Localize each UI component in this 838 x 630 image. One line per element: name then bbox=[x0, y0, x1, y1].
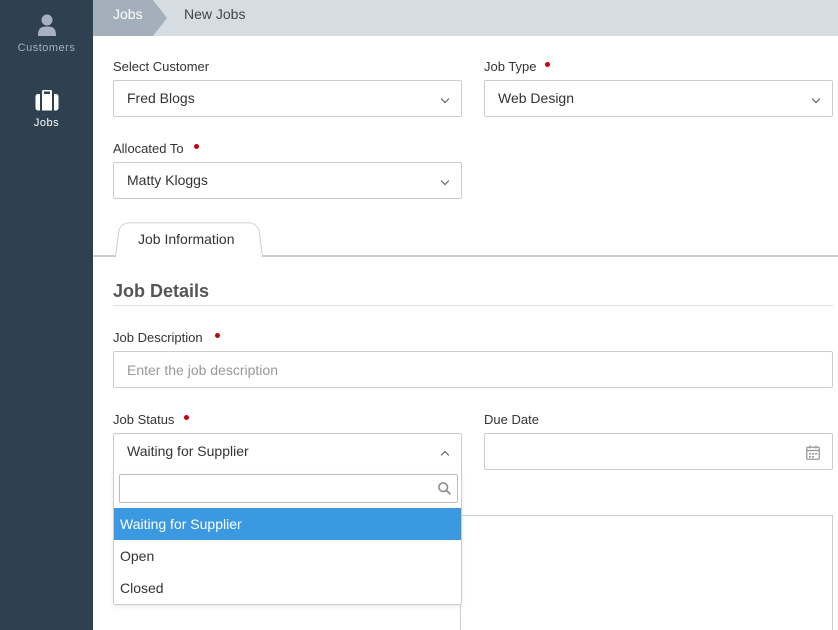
required-indicator bbox=[184, 415, 189, 420]
sidebar-item-jobs[interactable]: Jobs bbox=[0, 90, 93, 129]
chevron-up-icon bbox=[440, 450, 450, 460]
chevron-down-icon bbox=[440, 176, 450, 186]
allocated-to-label: Allocated To bbox=[113, 141, 184, 156]
sidebar-item-label: Jobs bbox=[33, 117, 60, 129]
job-status-option[interactable]: Closed bbox=[114, 572, 461, 604]
allocated-to-select-value: Matty Kloggs bbox=[127, 172, 208, 188]
briefcase-icon bbox=[35, 90, 58, 111]
required-indicator bbox=[545, 62, 550, 67]
user-icon bbox=[37, 14, 56, 36]
allocated-to-select[interactable]: Matty Kloggs bbox=[113, 162, 462, 199]
job-description-input[interactable] bbox=[113, 351, 833, 388]
section-title: Job Details bbox=[113, 281, 210, 301]
breadcrumb-jobs-link[interactable]: Jobs bbox=[93, 0, 153, 36]
sidebar: Customers Jobs bbox=[0, 0, 93, 630]
select-customer-label: Select Customer bbox=[113, 59, 210, 74]
job-status-option[interactable]: Waiting for Supplier bbox=[114, 508, 461, 540]
customer-select-value: Fred Blogs bbox=[127, 90, 195, 106]
chevron-down-icon bbox=[440, 94, 450, 104]
due-date-label: Due Date bbox=[484, 412, 539, 427]
sidebar-item-customers[interactable]: Customers bbox=[0, 14, 93, 54]
breadcrumb-arrow bbox=[153, 0, 167, 36]
job-status-label: Job Status bbox=[113, 412, 175, 427]
calendar-icon[interactable] bbox=[806, 445, 820, 460]
search-icon bbox=[438, 482, 451, 495]
sidebar-item-label: Customers bbox=[17, 42, 76, 54]
required-indicator bbox=[215, 333, 220, 338]
job-type-label: Job Type bbox=[484, 59, 537, 74]
tab-job-information-label[interactable]: Job Information bbox=[138, 231, 235, 247]
chevron-down-icon bbox=[811, 94, 821, 104]
notes-textarea[interactable] bbox=[460, 515, 833, 630]
breadcrumb-current: New Jobs bbox=[184, 6, 246, 22]
job-description-label: Job Description bbox=[113, 330, 203, 345]
job-status-select[interactable]: Waiting for Supplier bbox=[113, 433, 462, 470]
required-indicator bbox=[194, 144, 199, 149]
job-status-dropdown: Waiting for Supplier Open Closed bbox=[113, 469, 462, 605]
job-status-select-value: Waiting for Supplier bbox=[127, 443, 249, 459]
job-type-select[interactable]: Web Design bbox=[484, 80, 833, 117]
section-divider bbox=[113, 305, 833, 306]
due-date-field[interactable] bbox=[484, 433, 833, 470]
breadcrumb: Jobs New Jobs bbox=[93, 0, 838, 36]
customer-select[interactable]: Fred Blogs bbox=[113, 80, 462, 117]
job-status-search-input[interactable] bbox=[119, 474, 458, 503]
job-type-select-value: Web Design bbox=[498, 90, 575, 106]
job-status-option[interactable]: Open bbox=[114, 540, 461, 572]
